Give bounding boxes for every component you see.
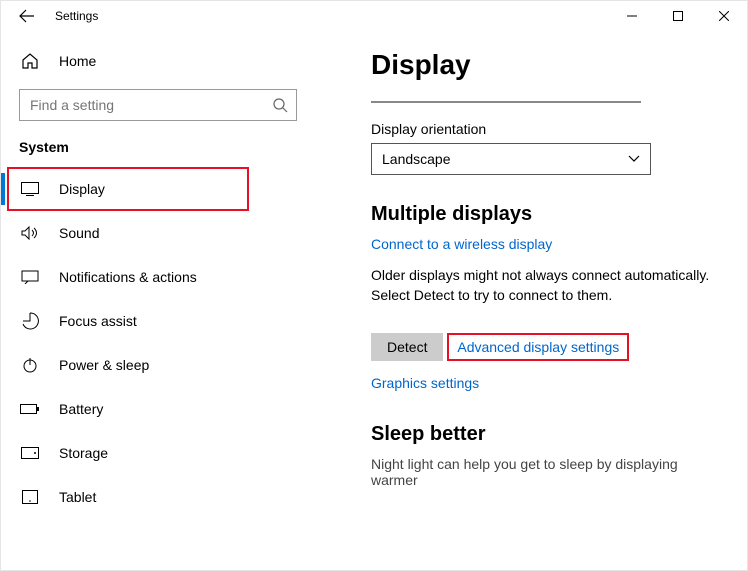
nav-item-display[interactable]: Display — [1, 167, 321, 211]
nav-item-notifications[interactable]: Notifications & actions — [1, 255, 321, 299]
search-icon — [272, 97, 288, 113]
multiple-displays-heading: Multiple displays — [371, 203, 717, 226]
display-icon — [19, 182, 41, 196]
sound-icon — [19, 226, 41, 240]
nav-label: Storage — [59, 445, 108, 461]
search-box[interactable] — [19, 89, 297, 121]
window-controls — [609, 1, 747, 31]
nav-label: Display — [59, 181, 105, 197]
section-heading: System — [1, 133, 321, 167]
orientation-label: Display orientation — [371, 121, 717, 137]
nav-label: Power & sleep — [59, 357, 149, 373]
highlight-box-advanced: Advanced display settings — [447, 333, 629, 361]
home-nav[interactable]: Home — [1, 39, 321, 83]
focus-icon — [19, 312, 41, 330]
search-input[interactable] — [28, 96, 272, 114]
nav-label: Tablet — [59, 489, 96, 505]
nav-item-focus[interactable]: Focus assist — [1, 299, 321, 343]
home-icon — [19, 52, 41, 70]
home-label: Home — [59, 53, 96, 69]
highlight-box-display — [7, 167, 249, 211]
nav-item-storage[interactable]: Storage — [1, 431, 321, 475]
nav-list: Display Sound Notifications & actions — [1, 167, 321, 519]
close-icon — [719, 11, 729, 21]
nav-label: Sound — [59, 225, 99, 241]
tablet-icon — [19, 490, 41, 504]
sleep-better-heading: Sleep better — [371, 423, 717, 446]
advanced-display-link[interactable]: Advanced display settings — [457, 339, 619, 355]
nav-label: Battery — [59, 401, 103, 417]
nav-label: Focus assist — [59, 313, 137, 329]
titlebar: Settings — [1, 1, 747, 31]
detect-button[interactable]: Detect — [371, 333, 443, 361]
close-button[interactable] — [701, 1, 747, 31]
main-panel: Display Display orientation Landscape Mu… — [321, 31, 747, 570]
arrow-left-icon — [19, 8, 35, 24]
graphics-settings-link[interactable]: Graphics settings — [371, 375, 479, 391]
nav-item-sound[interactable]: Sound — [1, 211, 321, 255]
storage-icon — [19, 447, 41, 459]
nav-item-tablet[interactable]: Tablet — [1, 475, 321, 519]
notifications-icon — [19, 270, 41, 284]
divider-line — [371, 93, 641, 103]
maximize-button[interactable] — [655, 1, 701, 31]
maximize-icon — [673, 11, 683, 21]
nav-item-power[interactable]: Power & sleep — [1, 343, 321, 387]
search-container — [19, 89, 303, 121]
power-icon — [19, 357, 41, 373]
chevron-down-icon — [628, 155, 640, 163]
window-title: Settings — [55, 9, 98, 23]
back-button[interactable] — [13, 8, 41, 24]
sidebar: Home System Display — [1, 31, 321, 570]
page-title: Display — [371, 49, 717, 81]
battery-icon — [19, 403, 41, 415]
orientation-value: Landscape — [382, 151, 451, 167]
wireless-display-link[interactable]: Connect to a wireless display — [371, 236, 552, 252]
sleep-description: Night light can help you get to sleep by… — [371, 456, 717, 488]
orientation-dropdown[interactable]: Landscape — [371, 143, 651, 175]
nav-item-battery[interactable]: Battery — [1, 387, 321, 431]
detect-description: Older displays might not always connect … — [371, 266, 717, 305]
minimize-icon — [627, 11, 637, 21]
content-area: Home System Display — [1, 31, 747, 570]
minimize-button[interactable] — [609, 1, 655, 31]
nav-label: Notifications & actions — [59, 269, 197, 285]
